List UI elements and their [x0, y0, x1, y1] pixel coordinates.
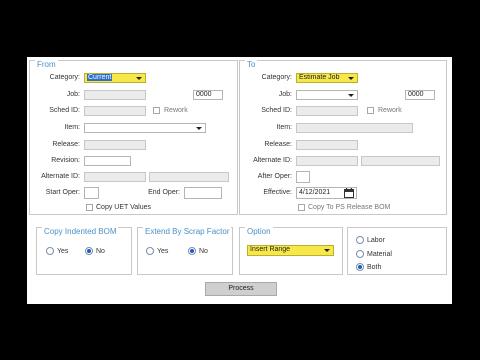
- copy-bom-window: From Category: Current Job: 0000 Sched I…: [27, 57, 452, 304]
- to-item-label: Item:: [276, 124, 292, 131]
- to-sched-label: Sched ID:: [261, 107, 292, 114]
- option-legend: Option: [245, 227, 273, 236]
- to-alternate-label: Alternate ID:: [253, 157, 292, 164]
- to-group: To Category: Estimate Job Job: 0000 Sche…: [239, 60, 447, 215]
- from-start-oper-label: Start Oper:: [45, 189, 80, 196]
- option-group: Option Insert Range: [239, 227, 343, 275]
- to-category-value: Estimate Job: [299, 74, 340, 81]
- from-rework-checkbox[interactable]: [153, 107, 160, 114]
- from-job-label: Job:: [66, 91, 80, 98]
- from-alternate-label: Alternate ID:: [41, 173, 80, 180]
- to-release-label: Release:: [264, 141, 292, 148]
- from-release-label: Release:: [52, 141, 80, 148]
- copy-indented-bom-no-radio[interactable]: [85, 247, 93, 255]
- from-end-oper-field[interactable]: [184, 187, 222, 199]
- both-radio[interactable]: [356, 263, 364, 271]
- material-radio[interactable]: [356, 250, 364, 258]
- from-revision-label: Revision:: [51, 157, 80, 164]
- copy-indented-bom-legend: Copy Indented BOM: [42, 227, 119, 236]
- chevron-down-icon: [136, 77, 142, 80]
- copy-indented-bom-no-label: No: [96, 248, 105, 255]
- material-label: Material: [367, 251, 392, 258]
- from-category-label: Category:: [49, 74, 80, 81]
- from-revision-field[interactable]: [84, 156, 131, 166]
- from-job-number-field[interactable]: 0000: [193, 90, 223, 100]
- from-sched-field[interactable]: [84, 106, 146, 116]
- to-alternate-desc-field[interactable]: [361, 156, 440, 166]
- to-item-field[interactable]: [296, 123, 413, 133]
- to-copy-ps-label: Copy To PS Release BOM: [308, 204, 391, 211]
- to-legend: To: [245, 60, 258, 69]
- from-copy-uet-checkbox[interactable]: [86, 204, 93, 211]
- to-after-oper-label: After Oper:: [257, 173, 292, 180]
- option-value: Insert Range: [250, 246, 291, 253]
- from-alternate-desc-field[interactable]: [149, 172, 229, 182]
- from-category-select[interactable]: Current: [84, 73, 146, 83]
- from-end-oper-label: End Oper:: [148, 189, 180, 196]
- from-group: From Category: Current Job: 0000 Sched I…: [29, 60, 238, 215]
- extend-by-scrap-no-label: No: [199, 248, 208, 255]
- labor-label: Labor: [367, 237, 385, 244]
- from-item-label: Item:: [64, 124, 80, 131]
- to-sched-field[interactable]: [296, 106, 358, 116]
- extend-by-scrap-yes-radio[interactable]: [146, 247, 154, 255]
- extend-by-scrap-legend: Extend By Scrap Factor: [143, 227, 232, 236]
- to-effective-label: Effective:: [263, 189, 292, 196]
- extend-by-scrap-no-radio[interactable]: [188, 247, 196, 255]
- chevron-down-icon: [348, 77, 354, 80]
- to-rework-checkbox[interactable]: [367, 107, 374, 114]
- from-item-select[interactable]: [84, 123, 206, 133]
- from-job-field[interactable]: [84, 90, 146, 100]
- to-category-select[interactable]: Estimate Job: [296, 73, 358, 83]
- chevron-down-icon: [324, 249, 330, 252]
- type-group: Labor Material Both: [347, 227, 447, 275]
- to-job-label: Job:: [278, 91, 292, 98]
- copy-indented-bom-yes-radio[interactable]: [46, 247, 54, 255]
- to-after-oper-field[interactable]: [296, 171, 310, 183]
- option-select[interactable]: Insert Range: [247, 245, 334, 256]
- from-release-field[interactable]: [84, 140, 146, 150]
- from-start-oper-field[interactable]: [84, 187, 99, 199]
- to-alternate-field[interactable]: [296, 156, 358, 166]
- extend-by-scrap-group: Extend By Scrap Factor Yes No: [137, 227, 233, 275]
- to-category-label: Category:: [261, 74, 292, 81]
- from-sched-label: Sched ID:: [49, 107, 80, 114]
- extend-by-scrap-yes-label: Yes: [157, 248, 169, 255]
- to-copy-ps-checkbox[interactable]: [298, 204, 305, 211]
- copy-indented-bom-group: Copy Indented BOM Yes No: [36, 227, 132, 275]
- chevron-down-icon: [348, 94, 354, 97]
- from-legend: From: [35, 60, 58, 69]
- labor-radio[interactable]: [356, 236, 364, 244]
- chevron-down-icon: [196, 127, 202, 130]
- to-release-field[interactable]: [296, 140, 358, 150]
- from-category-value: Current: [87, 74, 113, 81]
- calendar-icon[interactable]: [344, 188, 354, 198]
- to-rework-label: Rework: [378, 107, 402, 114]
- from-alternate-field[interactable]: [84, 172, 146, 182]
- to-job-number-field[interactable]: 0000: [405, 90, 435, 100]
- both-label: Both: [367, 264, 382, 271]
- to-effective-value: 4/12/2021: [299, 189, 331, 196]
- from-rework-label: Rework: [164, 107, 188, 114]
- to-job-select[interactable]: [296, 90, 358, 100]
- copy-indented-bom-yes-label: Yes: [57, 248, 69, 255]
- from-copy-uet-label: Copy UET Values: [96, 204, 151, 211]
- process-button[interactable]: Process: [205, 282, 277, 296]
